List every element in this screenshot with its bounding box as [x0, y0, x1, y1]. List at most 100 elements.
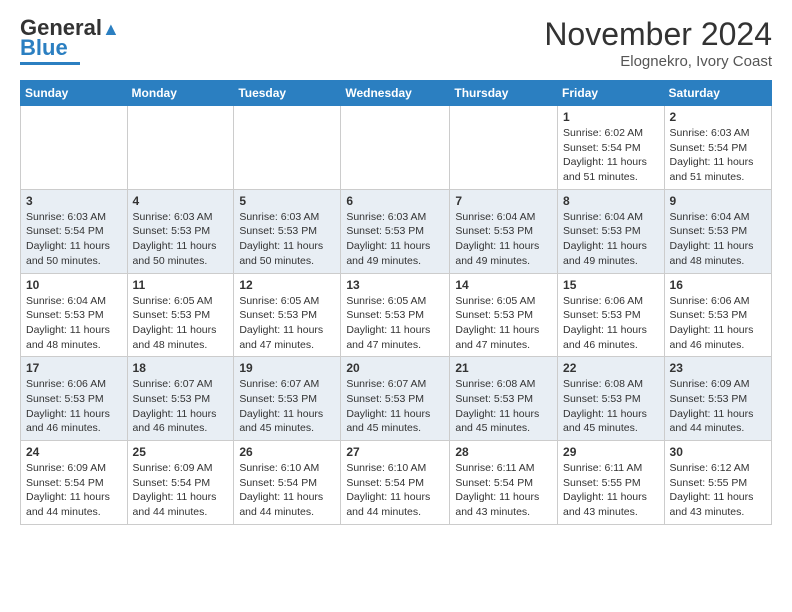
calendar-cell: 21Sunrise: 6:08 AM Sunset: 5:53 PM Dayli…	[450, 357, 558, 441]
calendar-cell: 9 Sunrise: 6:04 AM Sunset: 5:53 PM Daylig…	[664, 189, 771, 273]
day-info: Sunrise: 6:08 AM Sunset: 5:53 PM Dayligh…	[455, 377, 552, 436]
title-block: November 2024 Elognekro, Ivory Coast	[544, 16, 772, 70]
calendar-cell: 30 Sunrise: 6:12 AM Sunset: 5:55 PM Dayli…	[664, 441, 771, 525]
day-number: 28	[455, 445, 552, 459]
calendar-cell: 7Sunrise: 6:04 AM Sunset: 5:53 PM Daylig…	[450, 189, 558, 273]
day-info: Sunrise: 6:09 AM Sunset: 5:53 PM Dayligh…	[670, 377, 766, 436]
day-info: Sunrise: 6:05 AM Sunset: 5:53 PM Dayligh…	[455, 294, 552, 353]
calendar-cell	[450, 106, 558, 190]
day-number: 15	[563, 278, 659, 292]
day-number: 3	[26, 194, 122, 208]
calendar-cell: 25 Sunrise: 6:09 AM Sunset: 5:54 PM Dayli…	[127, 441, 234, 525]
day-info: Sunrise: 6:07 AM Sunset: 5:53 PM Dayligh…	[346, 377, 444, 436]
day-number: 19	[239, 361, 335, 375]
logo-blue-text: Blue	[20, 36, 68, 60]
calendar-header-row: SundayMondayTuesdayWednesdayThursdayFrid…	[21, 81, 772, 106]
calendar-cell: 27 Sunrise: 6:10 AM Sunset: 5:54 PM Dayli…	[341, 441, 450, 525]
calendar-cell: 17 Sunrise: 6:06 AM Sunset: 5:53 PM Dayli…	[21, 357, 128, 441]
day-info: Sunrise: 6:03 AM Sunset: 5:54 PM Dayligh…	[670, 126, 766, 185]
calendar-cell: 3 Sunrise: 6:03 AM Sunset: 5:54 PM Daylig…	[21, 189, 128, 273]
calendar-cell: 29 Sunrise: 6:11 AM Sunset: 5:55 PM Dayli…	[558, 441, 665, 525]
day-info: Sunrise: 6:06 AM Sunset: 5:53 PM Dayligh…	[26, 377, 122, 436]
calendar-cell	[127, 106, 234, 190]
location: Elognekro, Ivory Coast	[544, 53, 772, 70]
calendar-cell	[234, 106, 341, 190]
day-number: 17	[26, 361, 122, 375]
calendar-cell: 12 Sunrise: 6:05 AM Sunset: 5:53 PM Dayli…	[234, 273, 341, 357]
calendar-cell: 16Sunrise: 6:06 AM Sunset: 5:53 PM Dayli…	[664, 273, 771, 357]
day-info: Sunrise: 6:07 AM Sunset: 5:53 PM Dayligh…	[239, 377, 335, 436]
calendar-week-row: 17 Sunrise: 6:06 AM Sunset: 5:53 PM Dayli…	[21, 357, 772, 441]
day-number: 27	[346, 445, 444, 459]
day-info: Sunrise: 6:05 AM Sunset: 5:53 PM Dayligh…	[346, 294, 444, 353]
calendar-cell: 28 Sunrise: 6:11 AM Sunset: 5:54 PM Dayli…	[450, 441, 558, 525]
header: General▲ Blue November 2024 Elognekro, I…	[20, 16, 772, 70]
day-number: 8	[563, 194, 659, 208]
calendar-cell: 20 Sunrise: 6:07 AM Sunset: 5:53 PM Dayli…	[341, 357, 450, 441]
day-info: Sunrise: 6:04 AM Sunset: 5:53 PM Dayligh…	[26, 294, 122, 353]
calendar-cell: 24Sunrise: 6:09 AM Sunset: 5:54 PM Dayli…	[21, 441, 128, 525]
day-number: 14	[455, 278, 552, 292]
day-info: Sunrise: 6:11 AM Sunset: 5:55 PM Dayligh…	[563, 461, 659, 520]
day-number: 1	[563, 110, 659, 124]
day-number: 30	[670, 445, 766, 459]
calendar-cell: 22 Sunrise: 6:08 AM Sunset: 5:53 PM Dayli…	[558, 357, 665, 441]
day-number: 9	[670, 194, 766, 208]
day-info: Sunrise: 6:10 AM Sunset: 5:54 PM Dayligh…	[239, 461, 335, 520]
calendar-cell: 26Sunrise: 6:10 AM Sunset: 5:54 PM Dayli…	[234, 441, 341, 525]
day-number: 16	[670, 278, 766, 292]
day-number: 6	[346, 194, 444, 208]
calendar-week-row: 3 Sunrise: 6:03 AM Sunset: 5:54 PM Daylig…	[21, 189, 772, 273]
day-number: 2	[670, 110, 766, 124]
day-info: Sunrise: 6:08 AM Sunset: 5:53 PM Dayligh…	[563, 377, 659, 436]
weekday-header-sunday: Sunday	[21, 81, 128, 106]
day-number: 23	[670, 361, 766, 375]
day-number: 29	[563, 445, 659, 459]
month-title: November 2024	[544, 16, 772, 53]
calendar-cell: 23 Sunrise: 6:09 AM Sunset: 5:53 PM Dayli…	[664, 357, 771, 441]
day-info: Sunrise: 6:05 AM Sunset: 5:53 PM Dayligh…	[239, 294, 335, 353]
logo: General▲ Blue	[20, 16, 120, 65]
day-number: 12	[239, 278, 335, 292]
calendar: SundayMondayTuesdayWednesdayThursdayFrid…	[20, 80, 772, 525]
day-info: Sunrise: 6:10 AM Sunset: 5:54 PM Dayligh…	[346, 461, 444, 520]
day-info: Sunrise: 6:07 AM Sunset: 5:53 PM Dayligh…	[133, 377, 229, 436]
calendar-cell: 11Sunrise: 6:05 AM Sunset: 5:53 PM Dayli…	[127, 273, 234, 357]
weekday-header-wednesday: Wednesday	[341, 81, 450, 106]
calendar-cell: 13Sunrise: 6:05 AM Sunset: 5:53 PM Dayli…	[341, 273, 450, 357]
day-info: Sunrise: 6:09 AM Sunset: 5:54 PM Dayligh…	[133, 461, 229, 520]
day-number: 22	[563, 361, 659, 375]
day-info: Sunrise: 6:12 AM Sunset: 5:55 PM Dayligh…	[670, 461, 766, 520]
page: General▲ Blue November 2024 Elognekro, I…	[0, 0, 792, 541]
day-info: Sunrise: 6:04 AM Sunset: 5:53 PM Dayligh…	[670, 210, 766, 269]
calendar-cell: 19 Sunrise: 6:07 AM Sunset: 5:53 PM Dayli…	[234, 357, 341, 441]
calendar-cell: 2 Sunrise: 6:03 AM Sunset: 5:54 PM Daylig…	[664, 106, 771, 190]
weekday-header-thursday: Thursday	[450, 81, 558, 106]
logo-underline	[20, 62, 80, 65]
day-info: Sunrise: 6:05 AM Sunset: 5:53 PM Dayligh…	[133, 294, 229, 353]
day-info: Sunrise: 6:06 AM Sunset: 5:53 PM Dayligh…	[563, 294, 659, 353]
day-info: Sunrise: 6:03 AM Sunset: 5:54 PM Dayligh…	[26, 210, 122, 269]
calendar-cell: 15 Sunrise: 6:06 AM Sunset: 5:53 PM Dayli…	[558, 273, 665, 357]
day-number: 4	[133, 194, 229, 208]
day-info: Sunrise: 6:03 AM Sunset: 5:53 PM Dayligh…	[346, 210, 444, 269]
weekday-header-monday: Monday	[127, 81, 234, 106]
day-number: 20	[346, 361, 444, 375]
day-info: Sunrise: 6:04 AM Sunset: 5:53 PM Dayligh…	[455, 210, 552, 269]
day-number: 25	[133, 445, 229, 459]
calendar-cell: 4Sunrise: 6:03 AM Sunset: 5:53 PM Daylig…	[127, 189, 234, 273]
calendar-cell: 8 Sunrise: 6:04 AM Sunset: 5:53 PM Daylig…	[558, 189, 665, 273]
calendar-cell: 1 Sunrise: 6:02 AM Sunset: 5:54 PM Daylig…	[558, 106, 665, 190]
calendar-cell	[341, 106, 450, 190]
day-info: Sunrise: 6:02 AM Sunset: 5:54 PM Dayligh…	[563, 126, 659, 185]
weekday-header-saturday: Saturday	[664, 81, 771, 106]
day-info: Sunrise: 6:09 AM Sunset: 5:54 PM Dayligh…	[26, 461, 122, 520]
day-info: Sunrise: 6:04 AM Sunset: 5:53 PM Dayligh…	[563, 210, 659, 269]
day-info: Sunrise: 6:03 AM Sunset: 5:53 PM Dayligh…	[239, 210, 335, 269]
calendar-cell: 6 Sunrise: 6:03 AM Sunset: 5:53 PM Daylig…	[341, 189, 450, 273]
day-info: Sunrise: 6:11 AM Sunset: 5:54 PM Dayligh…	[455, 461, 552, 520]
day-number: 5	[239, 194, 335, 208]
weekday-header-tuesday: Tuesday	[234, 81, 341, 106]
day-number: 10	[26, 278, 122, 292]
calendar-cell: 14 Sunrise: 6:05 AM Sunset: 5:53 PM Dayli…	[450, 273, 558, 357]
